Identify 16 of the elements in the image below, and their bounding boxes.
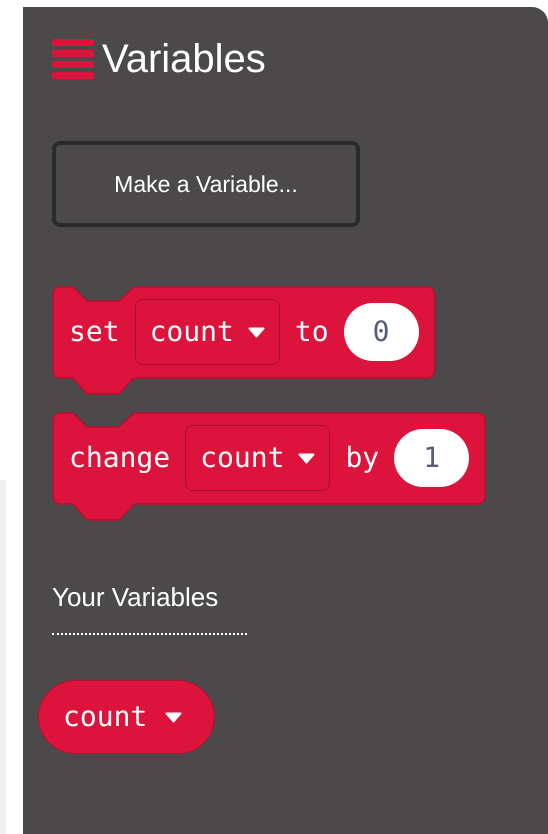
block-label: to	[294, 314, 329, 350]
variable-dropdown[interactable]: count	[185, 425, 330, 491]
caret-icon	[165, 712, 182, 722]
code-block[interactable]: change count by 1	[52, 412, 486, 522]
block-label: by	[345, 440, 380, 476]
block-label: change	[69, 440, 170, 476]
code-block[interactable]: set count to 0	[52, 286, 436, 396]
variable-dropdown[interactable]: count	[134, 299, 280, 365]
section-heading: Your Variables	[52, 582, 220, 613]
variable-block[interactable]: count	[38, 680, 216, 754]
block-label: set	[69, 314, 120, 350]
make-variable-button[interactable]: Make a Variable...	[52, 141, 360, 227]
menu-icon	[52, 38, 94, 80]
caret-icon	[298, 452, 316, 464]
category-title: Variables	[102, 36, 266, 83]
caret-icon	[248, 326, 265, 338]
